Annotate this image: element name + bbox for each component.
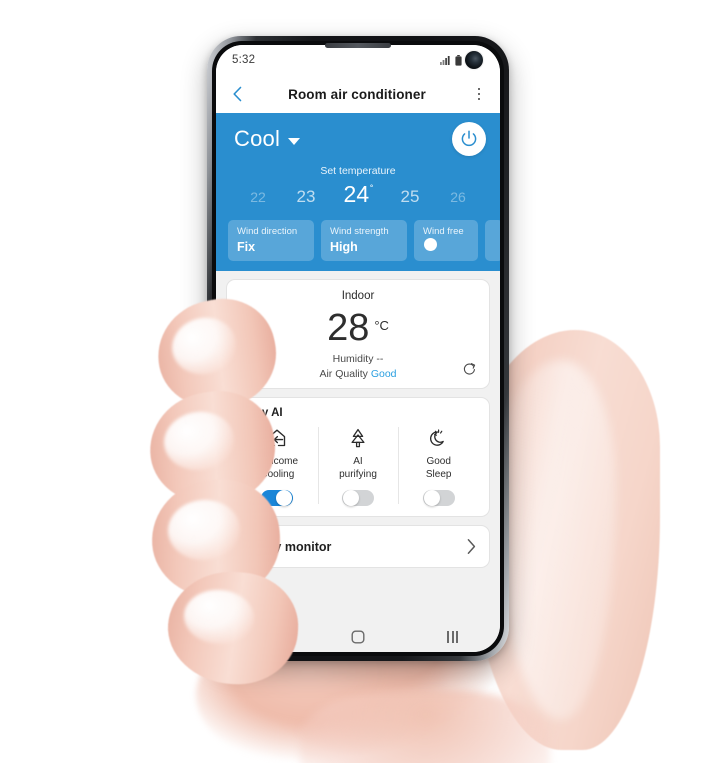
phone-bezel: 5:32 Room air conditioner Cool Set tempe…: [212, 41, 504, 656]
welcome-cooling-toggle[interactable]: [261, 490, 294, 507]
climate-hero-panel: Cool Set temperature 22 23 24˚ 25 26 Win…: [216, 113, 500, 271]
nav-recents-button[interactable]: [433, 631, 473, 643]
temperature-selected-value: 24: [343, 181, 370, 207]
nav-back-button[interactable]: [243, 630, 283, 645]
phone-screen: 5:32 Room air conditioner Cool Set tempe…: [216, 45, 500, 652]
bixby-label-line2: purifying: [339, 468, 377, 480]
bixby-item-label: Welcome Cooling: [257, 456, 299, 481]
bixby-item-welcome-cooling[interactable]: Welcome Cooling: [237, 425, 318, 507]
temperature-selected[interactable]: 24˚: [331, 181, 385, 208]
page-title: Room air conditioner: [288, 86, 426, 102]
energy-monitor-row[interactable]: Energy monitor: [226, 525, 490, 569]
next-chip-partial[interactable]: [485, 220, 500, 261]
app-bar: Room air conditioner: [216, 75, 500, 113]
battery-icon: [455, 54, 462, 66]
toggle-knob: [343, 490, 359, 507]
temperature-option[interactable]: 22: [235, 189, 281, 205]
wind-direction-value: Fix: [237, 240, 256, 254]
status-bar: 5:32: [216, 45, 500, 75]
nav-back-icon: [259, 630, 268, 644]
wind-strength-chip[interactable]: Wind strength High: [321, 220, 407, 261]
nav-recents-icon: [447, 631, 459, 643]
chevron-down-icon: [288, 137, 301, 145]
bixby-items: Welcome Cooling AI purifying Good Sleep: [237, 425, 479, 507]
bixby-item-ai-purifying[interactable]: AI purifying: [317, 425, 399, 507]
set-temperature-label: Set temperature: [320, 165, 396, 177]
hand-thumb-highlight: [496, 360, 616, 720]
wind-direction-label: Wind direction: [237, 226, 298, 237]
wind-free-chip[interactable]: Wind free: [414, 220, 478, 261]
temperature-option[interactable]: 26: [435, 189, 481, 205]
air-purify-tree-icon-wrap: [346, 425, 370, 451]
bixby-label-line1: AI: [353, 456, 363, 468]
good-sleep-toggle[interactable]: [422, 490, 455, 507]
hero-top-row: Cool: [216, 122, 500, 156]
wind-strength-value: High: [330, 240, 358, 254]
earpiece-speaker: [325, 43, 391, 48]
mode-selector[interactable]: Cool: [234, 126, 301, 152]
house-arrow-in-icon: [269, 429, 286, 447]
refresh-icon: [463, 363, 476, 375]
bixby-label-line1: Good: [426, 456, 451, 468]
nav-home-icon: [351, 630, 365, 644]
hand-wrist: [300, 690, 550, 763]
toggle-knob: [276, 490, 293, 507]
temperature-option[interactable]: 23: [281, 187, 331, 207]
temperature-option[interactable]: 25: [385, 187, 435, 207]
bixby-item-label: AI purifying: [339, 456, 377, 481]
bixby-title: Bixby AI: [237, 407, 283, 420]
wind-strength-label: Wind strength: [330, 226, 389, 237]
moon-stars-icon: [429, 429, 444, 446]
indoor-temperature: 28 °C: [239, 307, 477, 349]
humidity-label: Humidity: [332, 353, 374, 366]
hero-control-chips: Wind direction Fix Wind strength High Wi…: [216, 220, 500, 261]
mode-label: Cool: [234, 126, 281, 151]
air-quality-row: Air Quality Good: [239, 368, 477, 380]
more-options-icon: [477, 87, 481, 91]
power-button[interactable]: [452, 122, 486, 156]
wind-free-label: Wind free: [423, 226, 464, 237]
power-icon: [461, 130, 477, 147]
bixby-item-good-sleep[interactable]: Good Sleep: [398, 425, 479, 507]
front-camera-punchhole: [465, 51, 483, 69]
ai-purifying-toggle[interactable]: [342, 490, 374, 507]
back-chevron-icon: [232, 86, 241, 102]
toggle-knob: [423, 490, 440, 507]
chevron-right-icon: [467, 539, 476, 555]
indoor-title: Indoor: [341, 290, 375, 302]
bixby-label-line2: Cooling: [260, 468, 295, 480]
refresh-button[interactable]: [462, 362, 477, 382]
status-clock: 5:32: [232, 54, 256, 66]
degree-symbol: ˚: [370, 185, 374, 196]
indoor-status-card: Indoor 28 °C Humidity -- Air Quality Goo…: [226, 279, 490, 390]
indoor-temperature-value: 28: [327, 307, 370, 349]
house-arrow-in-icon-wrap: [265, 425, 289, 451]
nav-home-button[interactable]: [338, 630, 378, 644]
content-area: Indoor 28 °C Humidity -- Air Quality Goo…: [216, 271, 500, 569]
system-nav-bar: [216, 622, 500, 652]
bixby-label-line2: Sleep: [425, 468, 452, 480]
air-quality-value: Good: [370, 368, 397, 381]
wind-direction-chip[interactable]: Wind direction Fix: [228, 220, 314, 261]
bixby-label-line1: Welcome: [256, 456, 299, 468]
more-options-button[interactable]: [470, 87, 488, 101]
air-quality-label: Air Quality: [319, 368, 368, 381]
screenshot-stage: 5:32 Room air conditioner Cool Set tempe…: [0, 0, 720, 763]
indoor-temperature-unit: °C: [374, 318, 389, 333]
bixby-ai-card: Bixby AI Welcome Cooling AI purifying Go…: [226, 397, 490, 518]
phone-device: 5:32 Room air conditioner Cool Set tempe…: [207, 36, 509, 661]
humidity-value: --: [376, 353, 384, 366]
air-purify-tree-icon: [351, 429, 365, 448]
energy-monitor-label: Energy monitor: [239, 539, 332, 554]
temperature-dial[interactable]: 22 23 24˚ 25 26: [216, 181, 500, 208]
moon-stars-icon-wrap: [427, 425, 451, 451]
bixby-item-label: Good Sleep: [426, 456, 452, 481]
signal-bars-icon: [440, 56, 450, 65]
humidity-row: Humidity --: [239, 353, 477, 365]
